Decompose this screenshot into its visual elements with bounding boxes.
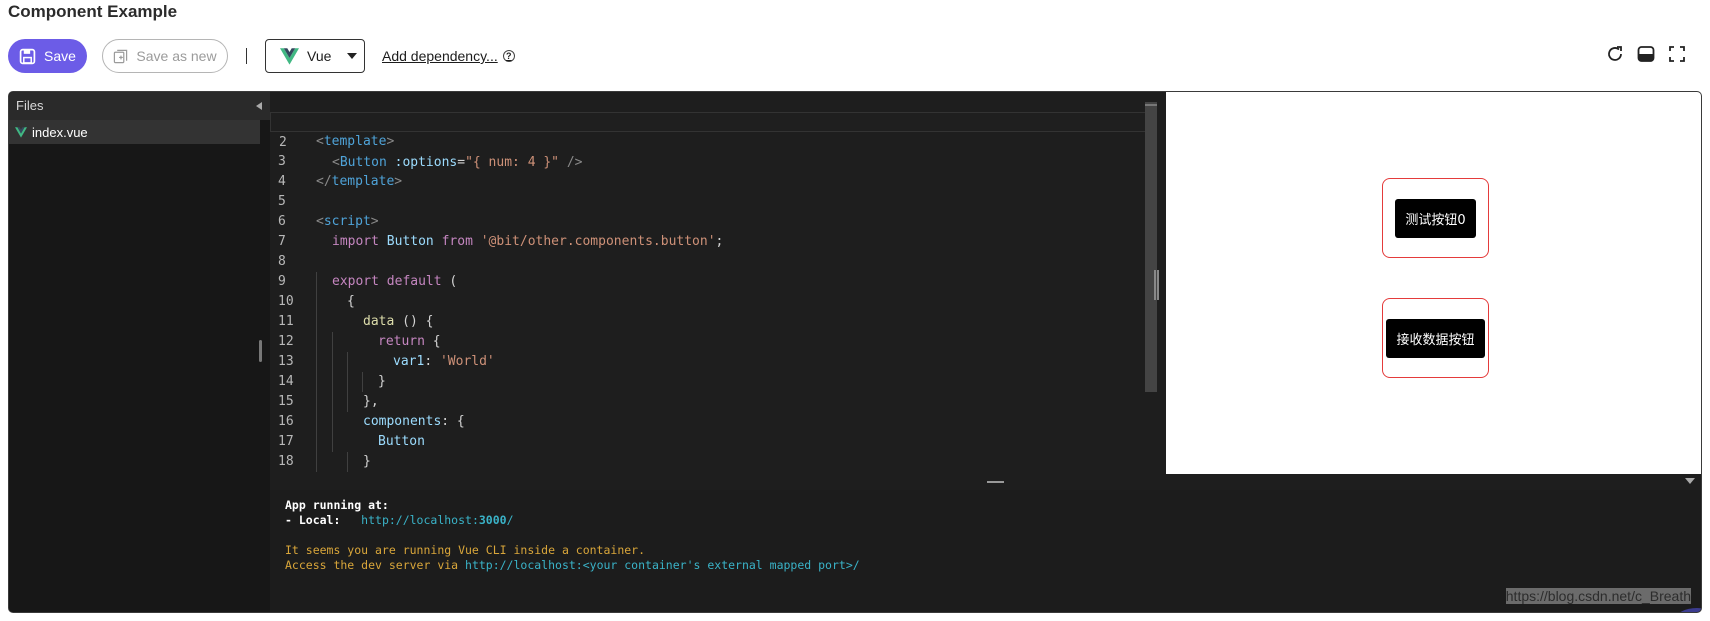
code-line: 14 }, xyxy=(278,374,379,409)
collapse-console-icon[interactable] xyxy=(1685,478,1695,484)
preview-button-wrapper: 接收数据按钮 xyxy=(1382,298,1489,378)
code-line: 4 xyxy=(270,152,1150,189)
file-item-index-vue[interactable]: index.vue xyxy=(9,120,260,144)
console-resize-handle[interactable] xyxy=(987,481,1004,483)
code-line: 11 return { xyxy=(278,314,441,349)
duplicate-icon xyxy=(114,49,128,63)
code-line: 17 } xyxy=(278,434,371,469)
files-header: Files xyxy=(9,92,270,120)
fullscreen-icon[interactable] xyxy=(1668,45,1686,63)
code-line-current: 2 <Button :options="{ num: 4 }" /> xyxy=(270,112,1150,170)
vue-file-icon xyxy=(15,126,27,138)
add-dependency-link[interactable]: Add dependency... ? xyxy=(382,48,515,64)
terminal-line: It seems you are running Vue CLI inside … xyxy=(285,543,646,557)
toolbar-divider xyxy=(246,48,247,64)
preview-receive-data-button[interactable]: 接收数据按钮 xyxy=(1386,318,1485,358)
framework-select[interactable]: Vue xyxy=(265,39,365,73)
help-icon[interactable]: ? xyxy=(502,50,515,62)
code-line: 16 Button xyxy=(278,414,425,449)
save-as-new-label: Save as new xyxy=(136,48,217,64)
sidebar-resize-handle[interactable] xyxy=(259,340,262,362)
save-icon xyxy=(19,48,36,64)
terminal-line: App running at: xyxy=(285,498,389,512)
preview-button-wrapper: 测试按钮0 xyxy=(1382,178,1489,258)
code-line: 1 <template> xyxy=(270,92,1150,149)
files-header-label: Files xyxy=(16,98,44,113)
add-dependency-label: Add dependency... xyxy=(382,48,498,64)
file-name: index.vue xyxy=(32,124,88,140)
code-line: 3 </template> xyxy=(278,154,403,189)
refresh-icon[interactable] xyxy=(1606,45,1624,63)
vue-logo-icon xyxy=(280,47,299,65)
code-line: 6 import Button from '@bit/other.compone… xyxy=(278,214,724,249)
page-title: Component Example xyxy=(8,2,178,21)
playground-workspace: Files index.vue 1 <template> 2 <Button :… xyxy=(8,91,1702,613)
code-line: 8 export default ( xyxy=(278,254,458,289)
terminal-output: App running at: - Local: http://localhos… xyxy=(270,490,1701,612)
code-line: 13 } xyxy=(278,354,386,389)
framework-label: Vue xyxy=(307,48,332,64)
code-line: 9 { xyxy=(278,274,355,309)
editor-scroll-marker xyxy=(1145,104,1157,106)
save-as-new-button[interactable]: Save as new xyxy=(102,39,228,73)
save-label: Save xyxy=(44,48,76,64)
editor-preview-split-handle[interactable] xyxy=(1154,270,1159,300)
code-line: 7 xyxy=(270,212,1150,249)
console-divider xyxy=(270,474,1701,490)
save-button[interactable]: Save xyxy=(8,39,87,73)
preview-tools xyxy=(1606,45,1686,63)
watermark: https://blog.csdn.net/c_Breath xyxy=(1505,588,1691,604)
layout-toggle-icon[interactable] xyxy=(1637,45,1655,63)
code-line: 5 <script> xyxy=(278,194,379,229)
terminal-line: - Local: http://localhost:3000/ xyxy=(285,513,514,527)
toolbar: Save Save as new Vue Add dependency... ? xyxy=(8,38,515,74)
code-line: 19 ) xyxy=(270,452,1150,509)
chevron-down-icon xyxy=(347,53,358,59)
code-editor[interactable]: 1 <template> 2 <Button :options="{ num: … xyxy=(270,92,1169,509)
file-sidebar: Files index.vue xyxy=(9,92,270,612)
collapse-sidebar-icon[interactable] xyxy=(256,102,262,110)
code-line: 12 var1: 'World' xyxy=(278,334,495,369)
code-line: 18 } xyxy=(270,432,1150,489)
preview-pane: 测试按钮0 接收数据按钮 xyxy=(1166,92,1701,474)
editor-scrollbar-thumb[interactable] xyxy=(1145,102,1157,392)
terminal-line: Access the dev server via http://localho… xyxy=(285,558,860,572)
code-line: 15 components: { xyxy=(278,394,465,429)
code-line: 10 data () { xyxy=(278,294,434,329)
preview-test-button[interactable]: 测试按钮0 xyxy=(1395,198,1476,238)
